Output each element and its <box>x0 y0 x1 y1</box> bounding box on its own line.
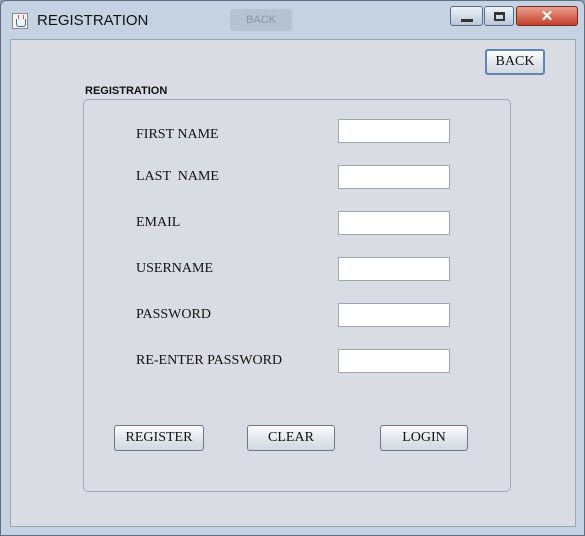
re-enter-password-label: RE-ENTER PASSWORD <box>136 353 283 368</box>
maximize-button[interactable] <box>484 6 514 26</box>
email-label: EMAIL <box>136 215 181 230</box>
first-name-field[interactable] <box>338 119 450 143</box>
last-name-field[interactable] <box>338 165 450 189</box>
password-label: PASSWORD <box>136 307 211 322</box>
first-name-label: FIRST NAME <box>136 127 219 142</box>
re-enter-password-field[interactable] <box>338 349 450 373</box>
content-panel: BACK REGISTRATION FIRST NAME LAST NAME E… <box>10 39 576 527</box>
java-app-icon[interactable] <box>12 13 28 29</box>
minimize-button[interactable] <box>450 6 483 26</box>
back-button[interactable]: BACK <box>485 49 545 75</box>
register-button[interactable]: REGISTER <box>114 425 204 451</box>
last-name-label: LAST NAME <box>136 169 219 184</box>
password-field[interactable] <box>338 303 450 327</box>
username-label: USERNAME <box>136 261 214 276</box>
username-field[interactable] <box>338 257 450 281</box>
close-button[interactable]: ✕ <box>516 6 578 26</box>
minimize-icon <box>460 18 473 22</box>
window-title: REGISTRATION <box>37 12 149 29</box>
maximize-icon <box>493 11 505 21</box>
clear-button[interactable]: CLEAR <box>247 425 335 451</box>
title-bar-ghost-text: BACK <box>230 9 292 31</box>
email-field[interactable] <box>338 211 450 235</box>
login-button[interactable]: LOGIN <box>380 425 468 451</box>
registration-window: REGISTRATION BACK ✕ BACK REGISTRATION FI… <box>0 0 585 536</box>
registration-group-title: REGISTRATION <box>85 85 168 97</box>
title-bar[interactable]: REGISTRATION BACK ✕ <box>1 1 584 39</box>
close-icon: ✕ <box>540 7 554 25</box>
